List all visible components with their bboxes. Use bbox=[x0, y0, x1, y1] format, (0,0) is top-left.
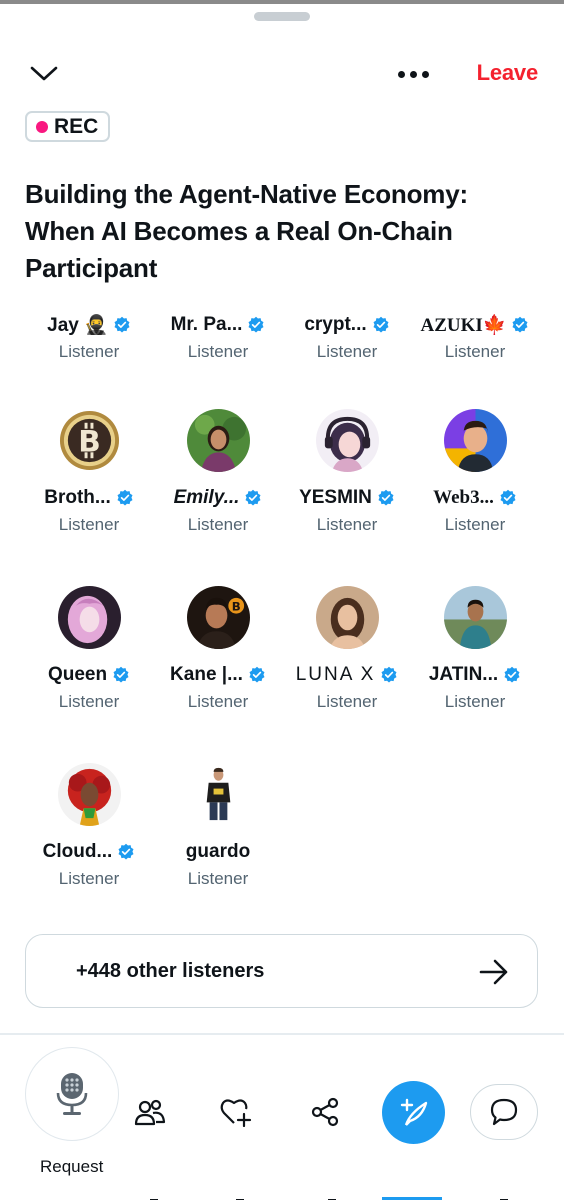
participant-card[interactable]: Mr. Pa... Listener bbox=[154, 312, 282, 364]
participant-card[interactable]: LUNA X Listener bbox=[283, 586, 411, 714]
more-options-button[interactable] bbox=[390, 58, 436, 90]
man-bitcoin-avatar: B bbox=[186, 586, 250, 649]
next-toolbar-peek bbox=[40, 1192, 520, 1200]
participant-role: Listener bbox=[316, 515, 378, 534]
svg-text:B: B bbox=[231, 600, 240, 614]
verified-badge-icon bbox=[113, 666, 129, 683]
verified-badge-icon bbox=[118, 843, 134, 860]
verified-badge-icon bbox=[381, 666, 397, 683]
compose-post-button[interactable] bbox=[382, 1081, 445, 1144]
participant-card[interactable]: AZUKI🍁 Listener bbox=[411, 312, 539, 364]
other-listeners-label: +448 other listeners bbox=[76, 959, 265, 982]
participant-name: guardo bbox=[185, 841, 251, 862]
recording-dot-icon bbox=[36, 120, 48, 133]
participant-card[interactable]: crypt... Listener bbox=[283, 312, 411, 364]
verified-badge-icon bbox=[512, 316, 528, 333]
cartoon-man-avatar bbox=[443, 409, 507, 472]
participant-name: Jay 🥷 bbox=[47, 315, 108, 336]
request-mic-button[interactable] bbox=[25, 1047, 119, 1141]
participant-role: Listener bbox=[444, 515, 506, 534]
collapse-button[interactable] bbox=[24, 56, 64, 92]
verified-badge-icon bbox=[117, 489, 133, 506]
verified-badge-icon bbox=[373, 316, 389, 333]
woman-photo-avatar bbox=[186, 409, 250, 472]
space-header: Leave bbox=[0, 52, 564, 96]
participant-name: Mr. Pa... bbox=[170, 314, 243, 335]
compose-icon bbox=[400, 1098, 427, 1126]
participant-card[interactable]: Emily... Listener bbox=[154, 409, 282, 537]
participant-card[interactable]: B Broth... Listener bbox=[25, 409, 153, 537]
other-listeners-button[interactable]: +448 other listeners bbox=[25, 934, 538, 1008]
chat-bubble-icon bbox=[490, 1098, 518, 1126]
rec-badge: REC bbox=[25, 111, 111, 142]
heart-plus-icon bbox=[220, 1099, 252, 1127]
participant-role: Listener bbox=[58, 342, 120, 361]
people-icon bbox=[134, 1099, 166, 1126]
verified-badge-icon bbox=[245, 489, 261, 506]
man-outdoor-avatar bbox=[443, 586, 507, 649]
verified-badge-icon bbox=[248, 316, 264, 333]
svg-text:B: B bbox=[78, 424, 101, 458]
woman-portrait-avatar bbox=[315, 586, 379, 649]
microphone-icon bbox=[56, 1073, 88, 1115]
share-icon bbox=[311, 1097, 339, 1127]
participant-name: LUNA X bbox=[295, 664, 376, 685]
verified-badge-icon bbox=[504, 666, 520, 683]
participants-button[interactable] bbox=[128, 1090, 172, 1134]
participant-card[interactable]: JATIN... Listener bbox=[411, 586, 539, 714]
participant-role: Listener bbox=[444, 692, 506, 711]
participant-name: JATIN... bbox=[428, 664, 499, 685]
participant-role: Listener bbox=[187, 869, 249, 888]
anime-pink-hair-avatar bbox=[57, 586, 121, 649]
more-dot bbox=[409, 70, 417, 78]
participant-name: Kane |... bbox=[170, 664, 243, 685]
participant-role: Listener bbox=[58, 515, 120, 534]
participant-role: Listener bbox=[444, 342, 506, 361]
participant-card[interactable]: B Kane |... Listener bbox=[154, 586, 282, 714]
participant-name: crypt... bbox=[304, 314, 367, 335]
arrow-right-icon bbox=[479, 959, 508, 985]
participant-name: Emily... bbox=[173, 487, 240, 508]
participant-card[interactable]: Queen Listener bbox=[25, 586, 153, 714]
react-button[interactable] bbox=[215, 1090, 259, 1134]
space-title: Building the Agent-Native Economy: When … bbox=[25, 179, 468, 283]
participant-role: Listener bbox=[187, 342, 249, 361]
more-dots-icon bbox=[397, 70, 405, 78]
participant-role: Listener bbox=[58, 869, 120, 888]
more-dot bbox=[421, 70, 429, 78]
verified-badge-icon bbox=[500, 489, 516, 506]
participant-role: Listener bbox=[187, 515, 249, 534]
participant-card[interactable]: YESMIN Listener bbox=[283, 409, 411, 537]
participant-card[interactable]: Jay 🥷 Listener bbox=[25, 312, 153, 364]
participant-name: Broth... bbox=[44, 487, 111, 508]
sheet-grab-handle[interactable] bbox=[254, 12, 310, 21]
participant-name: Queen bbox=[47, 664, 108, 685]
anime-headphones-avatar bbox=[315, 409, 379, 472]
request-label: Request bbox=[40, 1157, 104, 1176]
verified-badge-icon bbox=[378, 489, 394, 506]
leave-button[interactable]: Leave bbox=[477, 60, 539, 86]
verified-badge-icon bbox=[249, 666, 265, 683]
participant-role: Listener bbox=[187, 692, 249, 711]
participant-card[interactable]: Cloud... Listener bbox=[25, 763, 153, 891]
participant-role: Listener bbox=[58, 692, 120, 711]
participant-name: YESMIN bbox=[299, 487, 372, 508]
chat-button[interactable] bbox=[470, 1084, 538, 1140]
red-hair-woman-avatar bbox=[57, 763, 121, 826]
participant-name: AZUKI🍁 bbox=[420, 315, 507, 336]
participant-card[interactable]: Web3... Listener bbox=[411, 409, 539, 537]
participant-role: Listener bbox=[316, 342, 378, 361]
participant-name: Web3... bbox=[433, 487, 494, 508]
bitcoin-avatar: B bbox=[57, 409, 121, 472]
rec-label: REC bbox=[54, 114, 99, 138]
man-tshirt-avatar bbox=[186, 763, 250, 826]
top-edge-shade bbox=[0, 0, 564, 4]
participant-role: Listener bbox=[316, 692, 378, 711]
chevron-down-icon bbox=[30, 66, 58, 81]
verified-badge-icon bbox=[114, 316, 130, 333]
participant-card[interactable]: guardo Listener bbox=[154, 763, 282, 891]
bottom-divider bbox=[0, 1033, 564, 1035]
participant-name: Cloud... bbox=[42, 841, 113, 862]
share-button[interactable] bbox=[303, 1090, 347, 1134]
